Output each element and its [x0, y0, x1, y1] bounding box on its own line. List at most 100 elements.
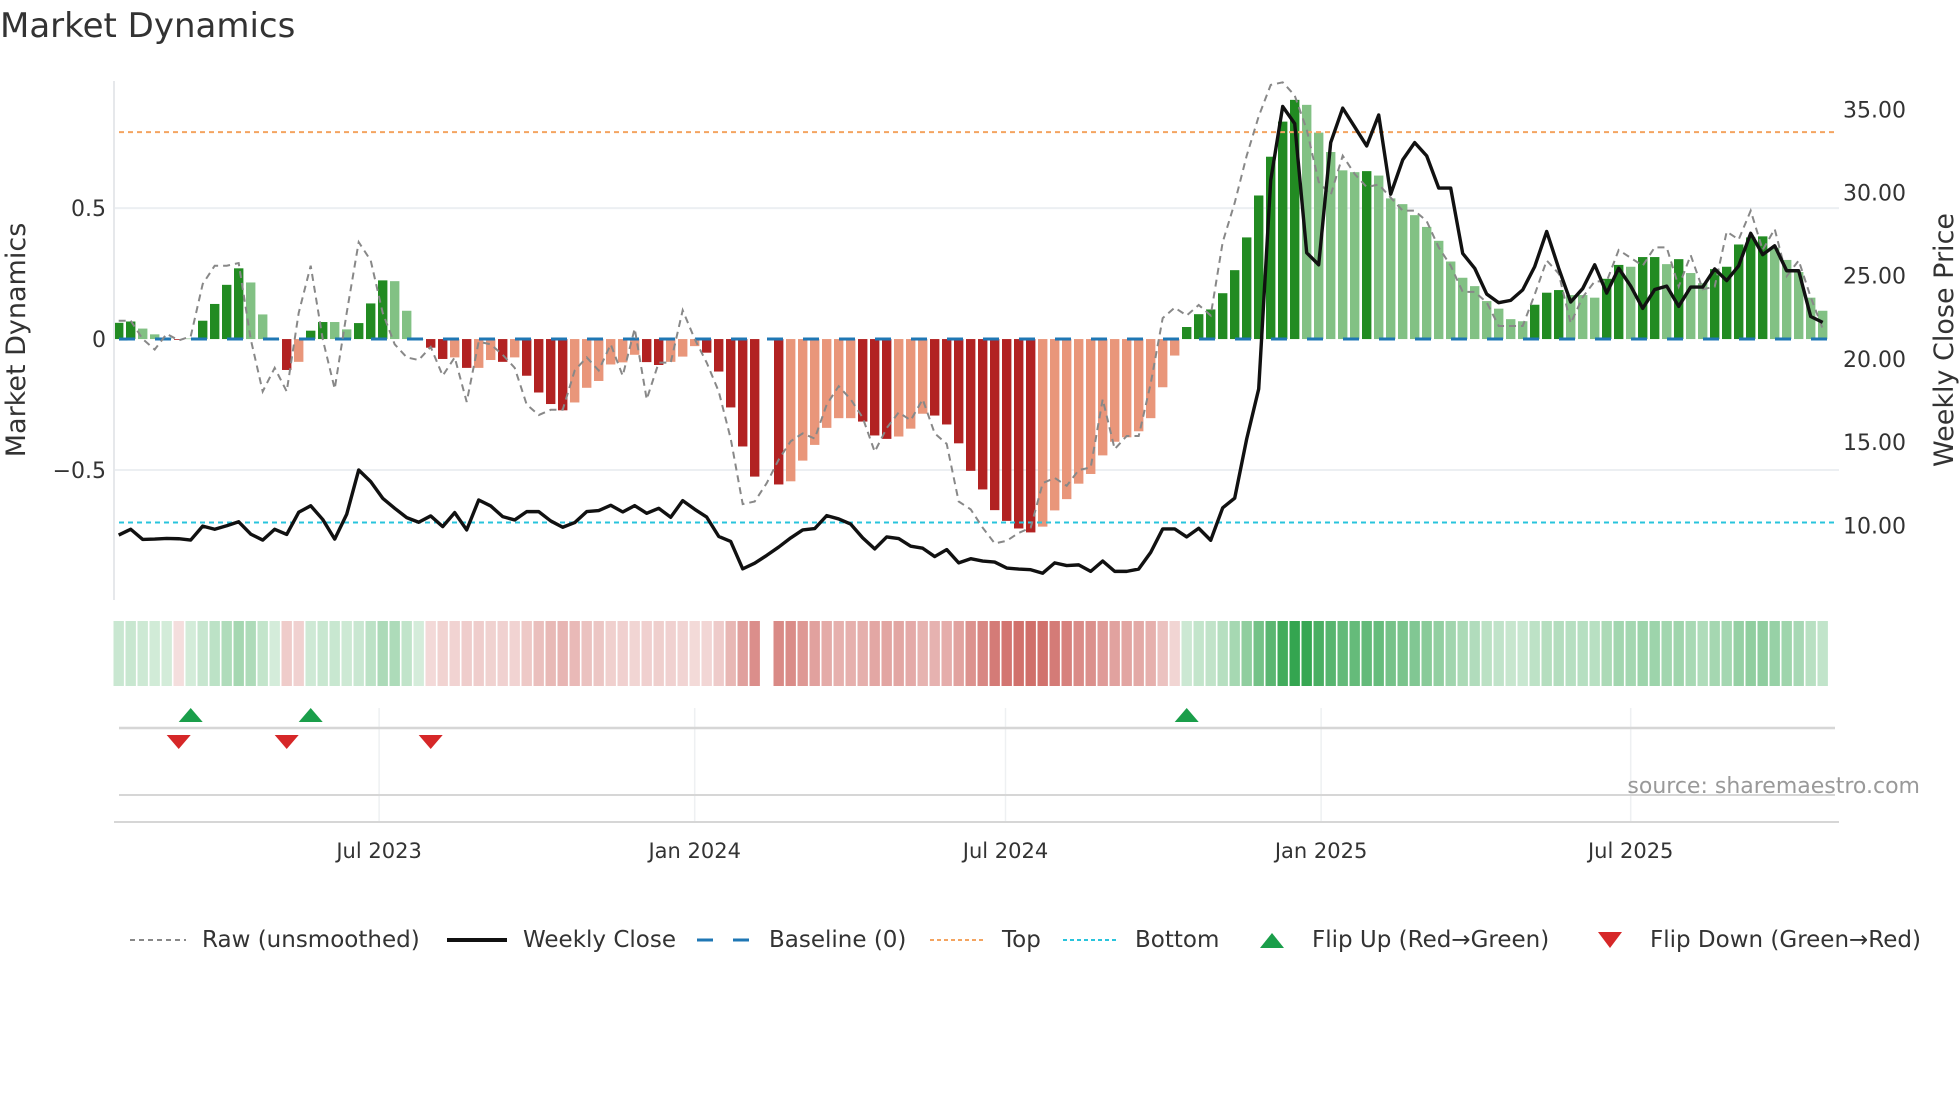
momentum-bar: [450, 339, 460, 358]
flip-down-marker: [274, 735, 299, 749]
heat-cell: [1337, 621, 1348, 686]
left-tick-label: −0.5: [53, 459, 106, 484]
raw-line-swatch: [130, 939, 186, 941]
heat-cell: [401, 621, 412, 686]
heat-cell: [497, 621, 508, 686]
heat-cell: [1649, 621, 1660, 686]
heat-cell: [1121, 621, 1132, 686]
momentum-bar: [1506, 319, 1516, 340]
heat-cell: [1217, 621, 1228, 686]
heat-cell: [449, 621, 460, 686]
left-tick-label: 0: [92, 328, 106, 353]
baseline-swatch: [697, 938, 753, 942]
momentum-bar: [1434, 240, 1444, 340]
legend-label: Bottom: [1135, 927, 1220, 953]
momentum-bar: [954, 339, 964, 444]
momentum-bar: [1386, 198, 1396, 340]
legend-label: Weekly Close: [523, 927, 676, 953]
heat-cell: [521, 621, 532, 686]
flip-up-marker: [178, 708, 203, 722]
heat-cell: [1361, 621, 1372, 686]
legend-item-baseline: Baseline (0): [697, 922, 906, 958]
triangle-down-icon: [1598, 932, 1622, 948]
heat-cell: [1601, 621, 1612, 686]
right-tick-label: 20.00: [1843, 348, 1906, 373]
momentum-bar: [1770, 247, 1780, 340]
momentum-bar: [786, 339, 796, 482]
heat-cell: [1529, 621, 1540, 686]
momentum-bar: [1194, 314, 1204, 340]
heat-cell: [1781, 621, 1792, 686]
heat-cell: [485, 621, 496, 686]
heat-cell: [1133, 621, 1144, 686]
momentum-bar: [1698, 283, 1708, 340]
momentum-bar: [1242, 237, 1252, 340]
momentum-bar: [198, 320, 208, 340]
heat-cell: [1397, 621, 1408, 686]
momentum-bar: [822, 339, 832, 428]
momentum-bar: [1062, 339, 1072, 500]
heat-cell: [1313, 621, 1324, 686]
momentum-bar: [978, 339, 988, 490]
momentum-bar: [726, 339, 736, 408]
flip-down-marker: [166, 735, 191, 749]
heat-cell: [821, 621, 832, 686]
momentum-bar: [1818, 310, 1828, 340]
heat-cell: [1553, 621, 1564, 686]
heat-cell: [1145, 621, 1156, 686]
heat-cell: [737, 621, 748, 686]
y2-axis-label: Weekly Close Price: [1929, 213, 1960, 467]
momentum-bar: [1158, 339, 1168, 388]
momentum-bar: [894, 339, 904, 437]
momentum-bar: [714, 339, 724, 372]
x-tick-label: Jan 2024: [646, 839, 741, 863]
momentum-bar: [738, 339, 748, 447]
momentum-bar: [1050, 339, 1060, 511]
momentum-bar: [258, 314, 268, 340]
heat-cell: [1325, 621, 1336, 686]
heat-cell: [1097, 621, 1108, 686]
heat-cell: [617, 621, 628, 686]
heat-cell: [353, 621, 364, 686]
heat-cell: [1457, 621, 1468, 686]
heat-cell: [1085, 621, 1096, 686]
heat-cell: [797, 621, 808, 686]
heat-cell: [725, 621, 736, 686]
momentum-bar: [1398, 204, 1408, 340]
heat-cell: [1025, 621, 1036, 686]
momentum-bar: [558, 339, 568, 411]
heat-cell: [1493, 621, 1504, 686]
heat-cell: [845, 621, 856, 686]
heat-cell: [1277, 621, 1288, 686]
flip-up-marker: [1174, 708, 1199, 722]
momentum-bar: [390, 281, 400, 340]
momentum-bar: [918, 339, 928, 414]
heat-cell: [569, 621, 580, 686]
heat-cell: [185, 621, 196, 686]
momentum-bar: [966, 339, 976, 471]
heat-cell: [425, 621, 436, 686]
heat-cell: [1073, 621, 1084, 686]
momentum-bar: [1182, 327, 1192, 340]
momentum-bar: [1002, 339, 1012, 521]
heat-cell: [1373, 621, 1384, 686]
x-tick-label: Jul 2025: [1586, 839, 1673, 863]
heat-cell: [1421, 621, 1432, 686]
heat-cell: [1637, 621, 1648, 686]
momentum-bar: [294, 339, 304, 362]
heat-cell: [833, 621, 844, 686]
heat-cell: [1577, 621, 1588, 686]
heat-cell: [641, 621, 652, 686]
heat-cell: [1265, 621, 1276, 686]
heat-cell: [665, 621, 676, 686]
heat-cell: [245, 621, 256, 686]
momentum-bar: [1710, 269, 1720, 340]
legend-label: Flip Down (Green→Red): [1650, 927, 1921, 953]
heat-cell: [1793, 621, 1804, 686]
momentum-bar: [654, 339, 664, 365]
momentum-bar: [282, 339, 292, 370]
heat-cell: [137, 621, 148, 686]
momentum-bar: [870, 339, 880, 436]
heat-cell: [1433, 621, 1444, 686]
momentum-bar: [1026, 339, 1036, 533]
